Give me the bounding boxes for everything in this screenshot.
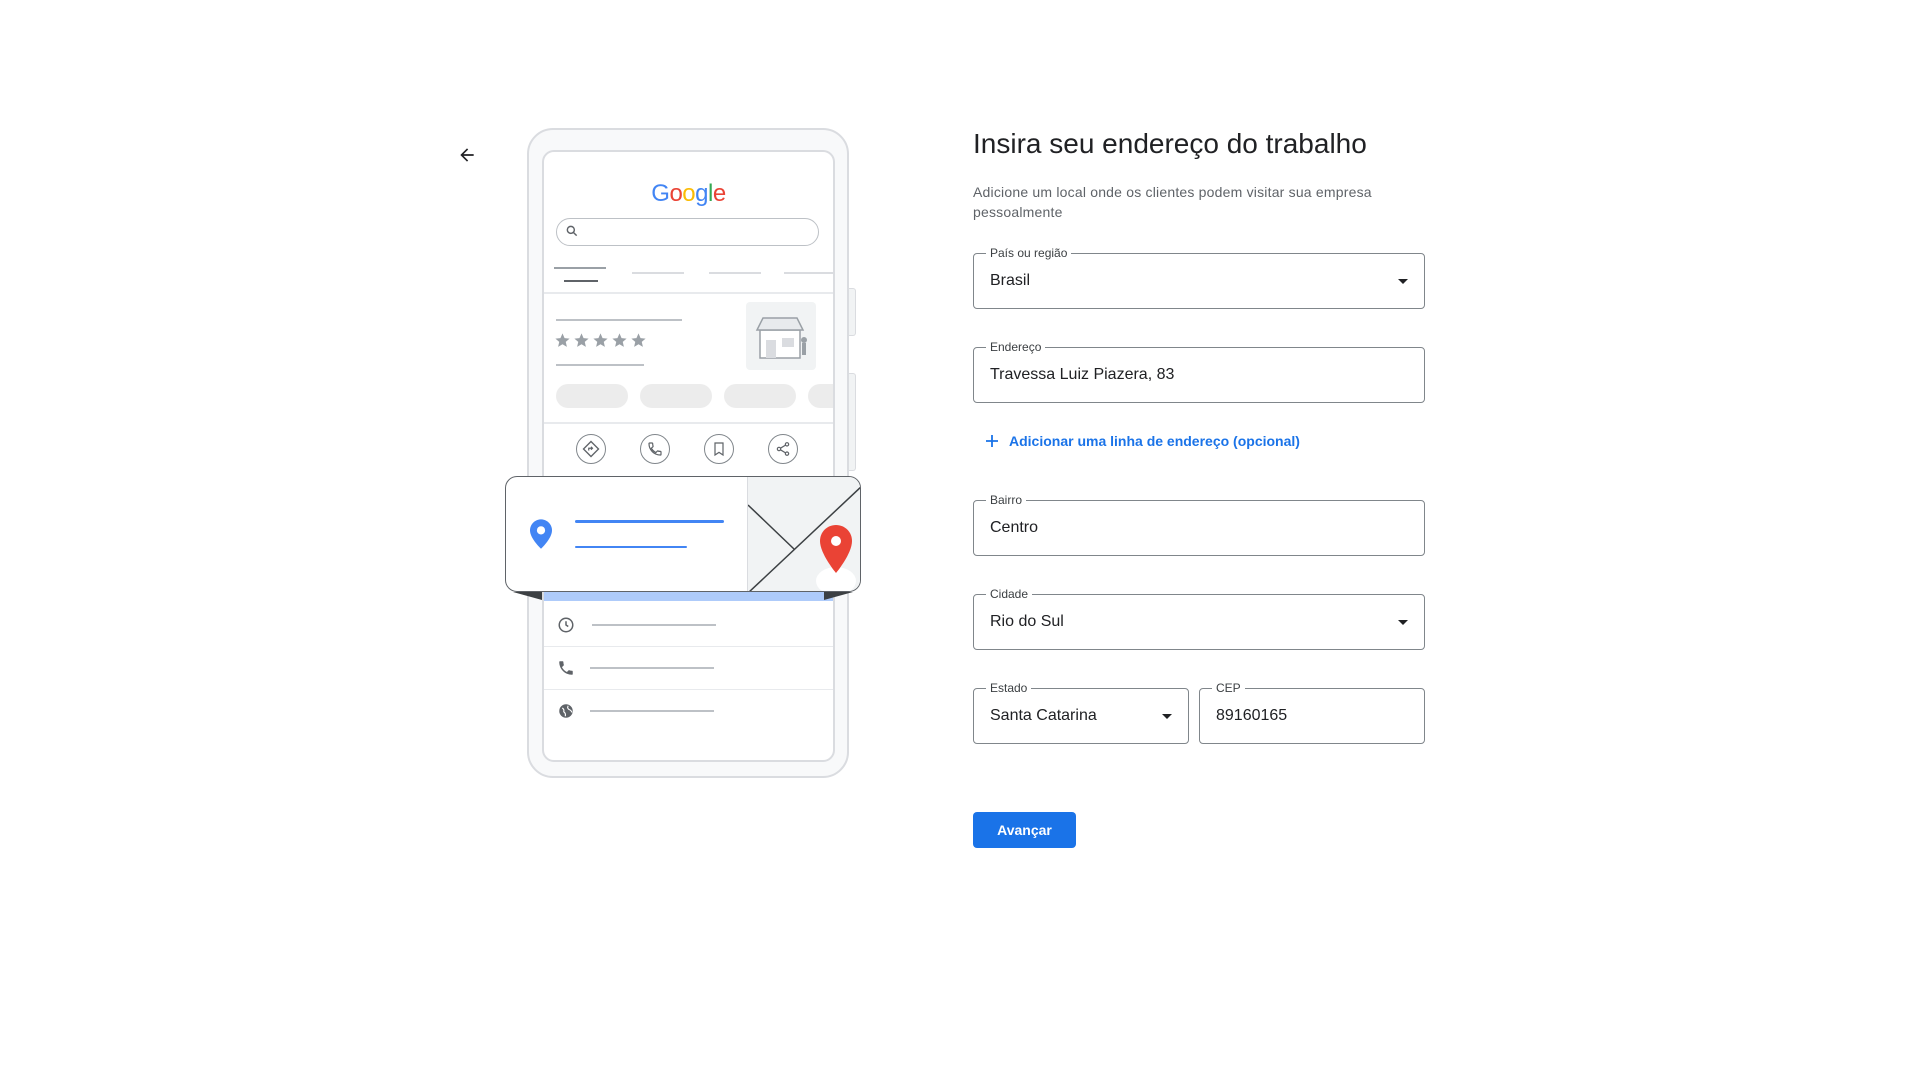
call-action xyxy=(640,434,670,464)
address-line xyxy=(575,520,724,523)
zip-label: CEP xyxy=(1212,681,1245,695)
card-fold xyxy=(513,592,853,600)
tab-line xyxy=(709,272,761,274)
divider xyxy=(544,422,833,424)
page-title: Insira seu endereço do trabalho xyxy=(973,128,1367,159)
plus-icon xyxy=(986,435,998,447)
divider xyxy=(544,292,833,294)
address-label: Endereço xyxy=(986,340,1046,354)
add-address-line-button[interactable]: Adicionar uma linha de endereço (opciona… xyxy=(985,433,1300,449)
chip xyxy=(808,384,833,408)
tab-line xyxy=(632,272,684,274)
business-profile-illustration: Google xyxy=(505,128,865,788)
chip xyxy=(724,384,796,408)
clock-icon xyxy=(558,617,574,633)
directions-icon xyxy=(582,440,600,458)
logo-letter: o xyxy=(669,180,683,207)
location-pin-icon xyxy=(530,519,552,549)
address-line xyxy=(575,546,687,548)
back-button[interactable] xyxy=(452,140,482,170)
logo-letter: o xyxy=(682,180,696,207)
phone-row xyxy=(544,647,833,690)
dropdown-arrow-icon xyxy=(1398,279,1408,284)
star-icon xyxy=(574,333,589,347)
neighborhood-label: Bairro xyxy=(986,493,1027,507)
chip xyxy=(640,384,712,408)
city-label: Cidade xyxy=(986,587,1033,601)
chip xyxy=(556,384,628,408)
globe-icon xyxy=(559,704,573,718)
search-icon xyxy=(566,225,578,237)
star-icon xyxy=(612,333,627,347)
page-subtitle: Adicione um local onde os clientes podem… xyxy=(973,184,1372,220)
state-select[interactable]: Estado Santa Catarina xyxy=(973,681,1189,744)
arrow-back-icon xyxy=(460,148,474,162)
share-action xyxy=(768,434,798,464)
map-icon xyxy=(747,486,860,591)
neighborhood-field[interactable]: Bairro Centro xyxy=(973,493,1425,556)
phone-icon xyxy=(648,442,662,456)
city-value: Rio do Sul xyxy=(990,613,1064,630)
share-icon xyxy=(776,442,790,456)
directions-action xyxy=(576,434,606,464)
tab-line xyxy=(554,267,606,269)
listing-title-line xyxy=(556,319,682,321)
logo-letter: g xyxy=(695,180,709,207)
state-label: Estado xyxy=(986,681,1032,695)
address-card xyxy=(505,476,861,592)
search-bar xyxy=(556,218,819,246)
tab-line xyxy=(784,272,833,274)
zip-value: 89160165 xyxy=(1216,707,1288,724)
phone-side-button xyxy=(849,373,856,471)
page: Google Insira seu endereço do trabalho A… xyxy=(0,0,1920,1080)
map-thumbnail xyxy=(747,477,860,591)
country-select[interactable]: País ou região Brasil xyxy=(973,246,1425,309)
logo-letter: e xyxy=(712,180,726,207)
hours-row xyxy=(544,604,833,647)
phone-screen: Google xyxy=(542,150,835,762)
phone-side-button xyxy=(849,288,856,336)
neighborhood-value: Centro xyxy=(990,519,1039,536)
rating-stars xyxy=(554,332,647,349)
save-action xyxy=(704,434,734,464)
address-value: Travessa Luiz Piazera, 83 xyxy=(990,366,1175,383)
dropdown-arrow-icon xyxy=(1398,620,1408,625)
zip-field[interactable]: CEP 89160165 xyxy=(1199,681,1425,744)
website-row xyxy=(544,690,833,732)
country-label: País ou região xyxy=(986,246,1072,260)
store-icon xyxy=(755,317,807,359)
dropdown-arrow-icon xyxy=(1162,714,1172,719)
state-value: Santa Catarina xyxy=(990,707,1097,724)
add-address-line-label: Adicionar uma linha de endereço (opciona… xyxy=(1009,433,1300,449)
listing-subtitle-line xyxy=(556,364,644,366)
star-icon xyxy=(631,333,646,347)
phone-icon xyxy=(559,661,573,675)
bookmark-icon xyxy=(714,442,724,457)
country-value: Brasil xyxy=(990,272,1031,289)
star-icon xyxy=(593,333,608,347)
city-select[interactable]: Cidade Rio do Sul xyxy=(973,587,1425,650)
google-logo: Google xyxy=(544,180,833,208)
map-pin-icon xyxy=(820,525,852,573)
next-button[interactable]: Avançar xyxy=(973,812,1076,848)
store-thumbnail xyxy=(746,302,816,370)
star-icon xyxy=(555,333,570,347)
tab-indicator xyxy=(564,280,598,282)
logo-letter: G xyxy=(651,180,670,207)
address-field[interactable]: Endereço Travessa Luiz Piazera, 83 xyxy=(973,340,1425,403)
